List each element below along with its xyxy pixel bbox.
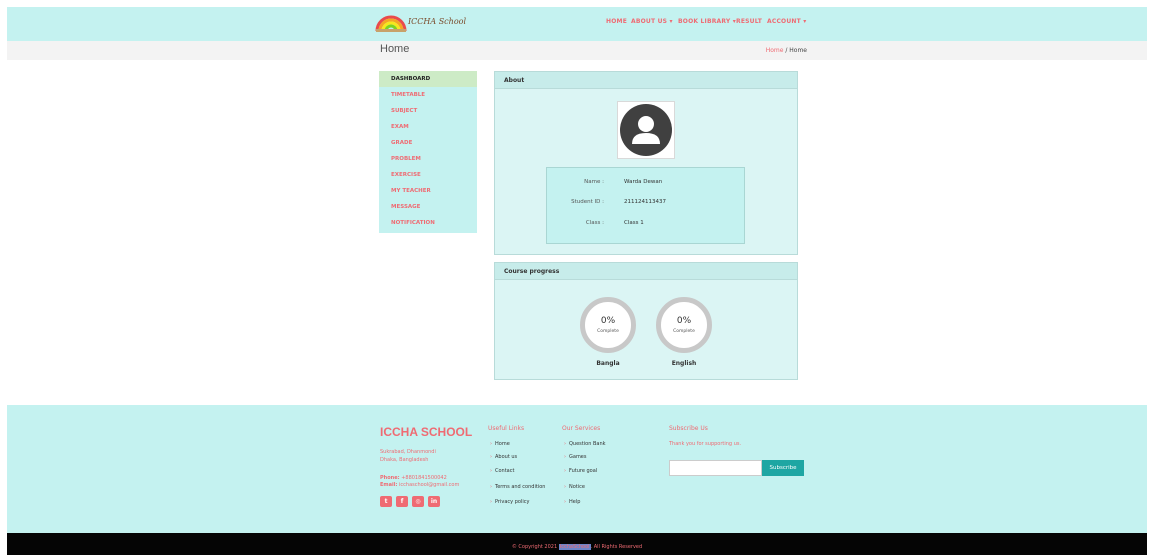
sidebar-item-message[interactable]: MESSAGE <box>379 199 477 215</box>
instagram-icon[interactable]: ◎ <box>412 496 424 507</box>
about-panel-title: About <box>495 72 797 89</box>
footer-link-label: About us <box>495 454 518 460</box>
avatar <box>617 101 675 159</box>
facebook-icon[interactable]: f <box>396 496 408 507</box>
subscribe-button[interactable]: Subscribe <box>762 460 804 476</box>
user-avatar-icon <box>620 104 672 156</box>
student-id: 211124113437 <box>624 199 666 205</box>
chevron-right-icon: › <box>564 468 566 474</box>
progress-complete-label: Complete <box>673 329 695 334</box>
nav-home[interactable]: HOME <box>606 18 627 25</box>
sidebar-item-exam[interactable]: EXAM <box>379 119 477 135</box>
chevron-right-icon: › <box>564 454 566 460</box>
chevron-right-icon: › <box>490 499 492 505</box>
progress-circle-english: 0% Complete <box>656 297 712 353</box>
student-info-box: Name : Warda Dewan Student ID : 21112411… <box>546 167 745 244</box>
footer-service-label: Games <box>569 454 587 460</box>
phone-label: Phone: <box>380 475 400 481</box>
our-services-heading: Our Services <box>562 425 601 432</box>
subscribe-text: Thank you for supporting us. <box>669 441 742 447</box>
sidebar-item-timetable[interactable]: TIMETABLE <box>379 87 477 103</box>
footer-link-label: Home <box>495 441 510 447</box>
footer-link-terms[interactable]: › Terms and condition <box>490 484 545 490</box>
sidebar-item-dashboard[interactable]: DASHBOARD <box>379 71 477 87</box>
footer-brand: ICCHA SCHOOL <box>380 425 473 439</box>
footer-address-line1: Sukrabad, Dhanmondi <box>380 449 436 455</box>
sidebar: DASHBOARD TIMETABLE SUBJECT EXAM GRADE P… <box>379 71 477 233</box>
breadcrumb-current: Home <box>789 47 807 54</box>
chevron-right-icon: › <box>490 468 492 474</box>
footer-service-games[interactable]: › Games <box>564 454 587 460</box>
email-value: icchaschool@gmail.com <box>399 482 460 488</box>
chevron-right-icon: › <box>564 484 566 490</box>
page-title: Home <box>380 43 410 55</box>
name-label: Name : <box>584 179 604 185</box>
chevron-right-icon: › <box>490 484 492 490</box>
sidebar-item-problem[interactable]: PROBLEM <box>379 151 477 167</box>
chevron-right-icon: › <box>490 441 492 447</box>
breadcrumb: Home / Home <box>766 47 807 54</box>
copyright-bar: © Copyright 2021 IcchaSchool. All Rights… <box>7 533 1147 555</box>
footer-service-label: Help <box>569 499 581 505</box>
course-name-bangla: Bangla <box>596 360 620 367</box>
phone-value: +8801841500042 <box>401 475 447 481</box>
student-class: Class 1 <box>624 220 644 226</box>
footer-link-about[interactable]: › About us <box>490 454 517 460</box>
twitter-icon[interactable]: t <box>380 496 392 507</box>
footer-link-privacy[interactable]: › Privacy policy <box>490 499 529 505</box>
top-navbar <box>7 7 1147 41</box>
breadcrumb-home-link[interactable]: Home <box>766 47 784 54</box>
student-name: Warda Dewan <box>624 179 663 185</box>
footer-service-question-bank[interactable]: › Question Bank <box>564 441 606 447</box>
sidebar-item-exercise[interactable]: EXERCISE <box>379 167 477 183</box>
chevron-right-icon: › <box>564 441 566 447</box>
site-logo[interactable]: ICCHA School <box>375 11 466 35</box>
footer-service-label: Future goal <box>569 468 598 474</box>
footer-link-label: Privacy policy <box>495 499 530 505</box>
nav-result[interactable]: RESULT <box>736 18 762 25</box>
progress-complete-label: Complete <box>597 329 619 334</box>
email-label: Email: <box>380 482 398 488</box>
footer-address-line2: Dhaka, Bangladesh <box>380 457 429 463</box>
logo-text: ICCHA School <box>408 17 467 26</box>
footer-service-future-goal[interactable]: › Future goal <box>564 468 597 474</box>
rainbow-logo-icon <box>375 15 407 32</box>
course-progress-title: Course progress <box>495 263 797 280</box>
footer-link-label: Terms and condition <box>495 484 546 490</box>
chevron-right-icon: › <box>564 499 566 505</box>
footer-link-label: Contact <box>495 468 515 474</box>
footer-service-label: Notice <box>569 484 585 490</box>
subscribe-heading: Subscribe Us <box>669 425 708 432</box>
footer-service-notice[interactable]: › Notice <box>564 484 585 490</box>
course-name-english: English <box>671 360 697 367</box>
sidebar-item-my-teacher[interactable]: MY TEACHER <box>379 183 477 199</box>
class-label: Class : <box>585 220 604 226</box>
sidebar-item-grade[interactable]: GRADE <box>379 135 477 151</box>
course-progress-panel: Course progress <box>494 262 798 380</box>
progress-percent: 0% <box>676 316 692 326</box>
copyright-brand: IcchaSchool <box>558 544 591 550</box>
sidebar-item-subject[interactable]: SUBJECT <box>379 103 477 119</box>
progress-circle-bangla: 0% Complete <box>580 297 636 353</box>
footer-phone: Phone: +8801841500042 <box>380 475 447 481</box>
subscribe-email-input[interactable] <box>669 460 762 476</box>
footer-service-label: Question Bank <box>569 441 606 447</box>
linkedin-icon[interactable]: in <box>428 496 440 507</box>
chevron-right-icon: › <box>490 454 492 460</box>
sidebar-item-notification[interactable]: NOTIFICATION <box>379 215 477 231</box>
footer-service-help[interactable]: › Help <box>564 499 580 505</box>
student-id-label: Student ID : <box>571 199 604 205</box>
nav-book-library[interactable]: BOOK LIBRARY ▾ <box>678 18 736 25</box>
breadcrumb-bar <box>7 41 1147 60</box>
useful-links-heading: Useful Links <box>488 425 525 432</box>
footer-link-contact[interactable]: › Contact <box>490 468 514 474</box>
copyright-text: © Copyright 2021 IcchaSchool. All Rights… <box>7 544 1147 550</box>
progress-percent: 0% <box>600 316 616 326</box>
copyright-prefix: © Copyright 2021 <box>511 544 559 550</box>
nav-account[interactable]: ACCOUNT ▾ <box>767 18 806 25</box>
footer-link-home[interactable]: › Home <box>490 441 510 447</box>
nav-about-us[interactable]: ABOUT US ▾ <box>631 18 673 25</box>
footer-email: Email: icchaschool@gmail.com <box>380 482 459 488</box>
copyright-suffix: . All Rights Reserved <box>590 544 643 550</box>
